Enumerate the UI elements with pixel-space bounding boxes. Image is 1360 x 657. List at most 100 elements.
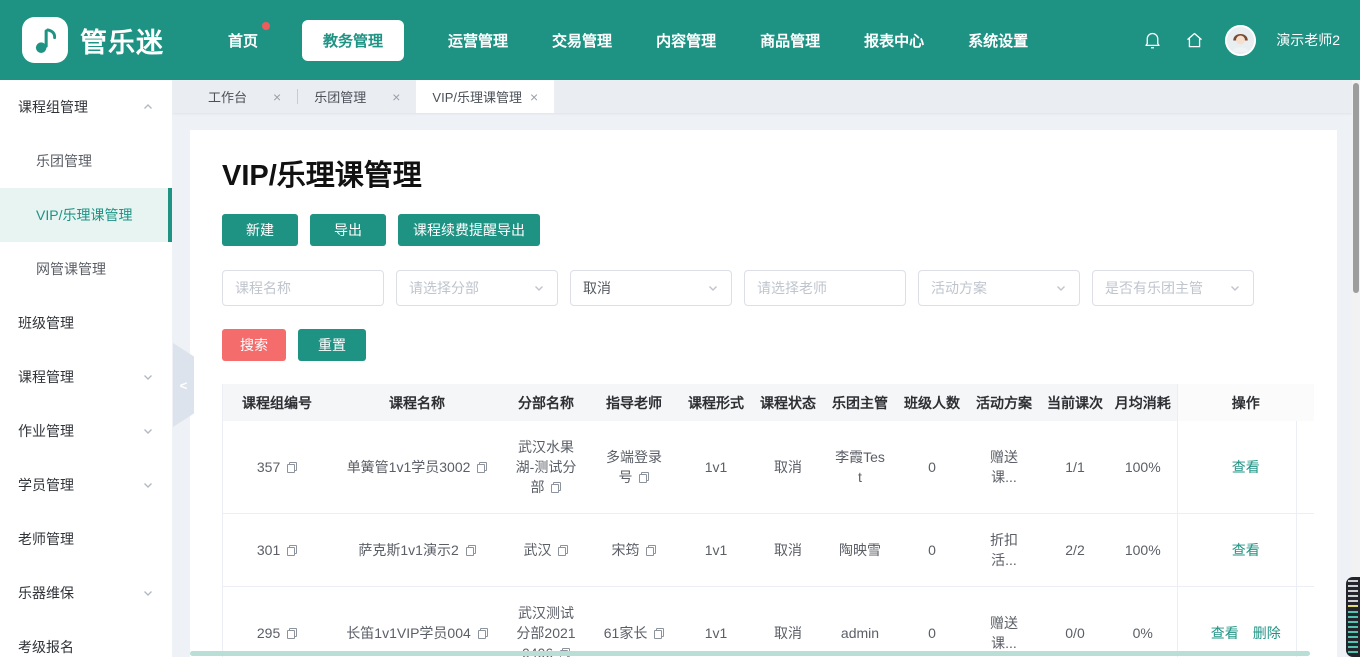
op-link-查看[interactable]: 查看 <box>1232 542 1260 558</box>
sidebar-item-6[interactable]: 乐器维保 <box>0 566 172 620</box>
cell-text: 多端登录号 <box>606 449 662 485</box>
music-note-icon <box>22 17 68 63</box>
sidebar-subitem-0-2[interactable]: 网管课管理 <box>0 242 172 296</box>
filter-select-5[interactable]: 是否有乐团主管 <box>1092 270 1254 306</box>
sidebar-item-0[interactable]: 课程组管理 <box>0 80 172 134</box>
nav-item-5[interactable]: 商品管理 <box>760 20 820 61</box>
widget-stripes-teal <box>1348 611 1358 653</box>
export-button[interactable]: 导出 <box>310 214 386 246</box>
copy-icon[interactable] <box>551 482 561 493</box>
sidebar-item-7[interactable]: 考级报名 <box>0 620 172 657</box>
copy-icon[interactable] <box>646 545 656 556</box>
chevron-down-icon <box>142 371 154 383</box>
cell-text: 取消 <box>774 625 802 641</box>
nav-item-label: 系统设置 <box>968 33 1028 50</box>
nav-item-0[interactable]: 首页 <box>228 20 258 61</box>
copy-icon[interactable] <box>466 545 476 556</box>
filter-row: 课程名称请选择分部取消请选择老师活动方案是否有乐团主管 <box>222 270 1297 306</box>
cell-text: 0 <box>928 625 936 641</box>
cell-consume: 0% <box>1109 587 1177 657</box>
nav-item-2[interactable]: 运营管理 <box>448 20 508 61</box>
sidebar-collapse-handle[interactable]: < <box>173 343 194 427</box>
copy-icon[interactable] <box>287 545 297 556</box>
copy-icon[interactable] <box>478 628 488 639</box>
filter-input-3[interactable]: 请选择老师 <box>744 270 906 306</box>
tab-1[interactable]: 乐团管理× <box>298 80 416 113</box>
filter-input-0[interactable]: 课程名称 <box>222 270 384 306</box>
cell-supervisor: 李霞Test <box>823 421 897 514</box>
cell-text: 0 <box>928 542 936 558</box>
cell-supervisor: 陶映雪 <box>823 514 897 587</box>
col-header-course-name: 课程名称 <box>331 384 503 421</box>
tab-close-icon[interactable]: × <box>392 90 400 104</box>
cell-teacher: 61家长 <box>589 587 679 657</box>
sidebar-item-1[interactable]: 班级管理 <box>0 296 172 350</box>
op-link-查看[interactable]: 查看 <box>1211 625 1239 641</box>
cell-text: 100% <box>1125 459 1161 475</box>
bell-icon[interactable] <box>1141 29 1163 51</box>
copy-icon[interactable] <box>639 472 649 483</box>
copy-icon[interactable] <box>287 628 297 639</box>
filter-select-4[interactable]: 活动方案 <box>918 270 1080 306</box>
reset-button[interactable]: 重置 <box>298 329 366 361</box>
op-link-删除[interactable]: 删除 <box>1253 625 1281 641</box>
cell-text: 单簧管1v1学员3002 <box>347 459 471 475</box>
cell-text: 295 <box>257 625 280 641</box>
nav-item-6[interactable]: 报表中心 <box>864 20 924 61</box>
nav-item-1[interactable]: 教务管理 <box>302 20 404 61</box>
col-header-teacher: 指导老师 <box>589 384 679 421</box>
sidebar-item-2[interactable]: 课程管理 <box>0 350 172 404</box>
corner-extension-widget[interactable] <box>1346 577 1360 657</box>
cell-text: 0% <box>1133 625 1153 641</box>
col-header-group-id: 课程组编号 <box>223 384 331 421</box>
tab-close-icon[interactable]: × <box>273 90 281 104</box>
cell-text: 赠送课... <box>990 449 1018 485</box>
nav-item-label: 交易管理 <box>552 33 612 50</box>
cell-consume: 100% <box>1109 421 1177 514</box>
filter-select-2[interactable]: 取消 <box>570 270 732 306</box>
cell-id: 301 <box>223 514 331 587</box>
home-icon[interactable] <box>1183 29 1205 51</box>
brand-logo-icon[interactable] <box>22 17 68 63</box>
cell-students: 0 <box>897 587 967 657</box>
cell-session: 2/2 <box>1041 514 1109 587</box>
avatar[interactable] <box>1225 25 1256 56</box>
tab-2[interactable]: VIP/乐理课管理× <box>416 80 554 113</box>
cell-text: 1v1 <box>705 459 728 475</box>
sidebar-item-3[interactable]: 作业管理 <box>0 404 172 458</box>
cell-text: 301 <box>257 542 280 558</box>
tab-close-icon[interactable]: × <box>530 90 538 104</box>
sidebar-subitem-0-0[interactable]: 乐团管理 <box>0 134 172 188</box>
vertical-scrollbar-thumb[interactable] <box>1353 83 1359 293</box>
sidebar-item-5[interactable]: 老师管理 <box>0 512 172 566</box>
nav-item-label: 内容管理 <box>656 33 716 50</box>
sidebar-subitem-0-1[interactable]: VIP/乐理课管理 <box>0 188 172 242</box>
copy-icon[interactable] <box>477 462 487 473</box>
search-button[interactable]: 搜索 <box>222 329 286 361</box>
col-header-form: 课程形式 <box>679 384 753 421</box>
cell-text: 陶映雪 <box>839 542 881 558</box>
cell-session: 0/0 <box>1041 587 1109 657</box>
op-link-查看[interactable]: 查看 <box>1232 459 1260 475</box>
copy-icon[interactable] <box>558 545 568 556</box>
nav-item-label: 报表中心 <box>864 33 924 50</box>
copy-icon[interactable] <box>654 628 664 639</box>
filter-select-1[interactable]: 请选择分部 <box>396 270 558 306</box>
sidebar-item-4[interactable]: 学员管理 <box>0 458 172 512</box>
chevron-down-icon <box>142 425 154 437</box>
horizontal-scrollbar-thumb[interactable] <box>190 651 1310 656</box>
cell-text: 2/2 <box>1065 542 1084 558</box>
vertical-scrollbar[interactable] <box>1352 80 1360 657</box>
tab-0[interactable]: 工作台× <box>192 80 297 113</box>
cell-text: 取消 <box>774 459 802 475</box>
cell-text: 100% <box>1125 542 1161 558</box>
renewal-reminder-export-button[interactable]: 课程续费提醒导出 <box>398 214 540 246</box>
cell-status: 取消 <box>753 514 823 587</box>
copy-icon[interactable] <box>287 462 297 473</box>
nav-item-7[interactable]: 系统设置 <box>968 20 1028 61</box>
nav-item-4[interactable]: 内容管理 <box>656 20 716 61</box>
sidebar-item-label: 网管课管理 <box>36 259 106 279</box>
user-name[interactable]: 演示老师2 <box>1276 30 1340 50</box>
nav-item-3[interactable]: 交易管理 <box>552 20 612 61</box>
create-button[interactable]: 新建 <box>222 214 298 246</box>
